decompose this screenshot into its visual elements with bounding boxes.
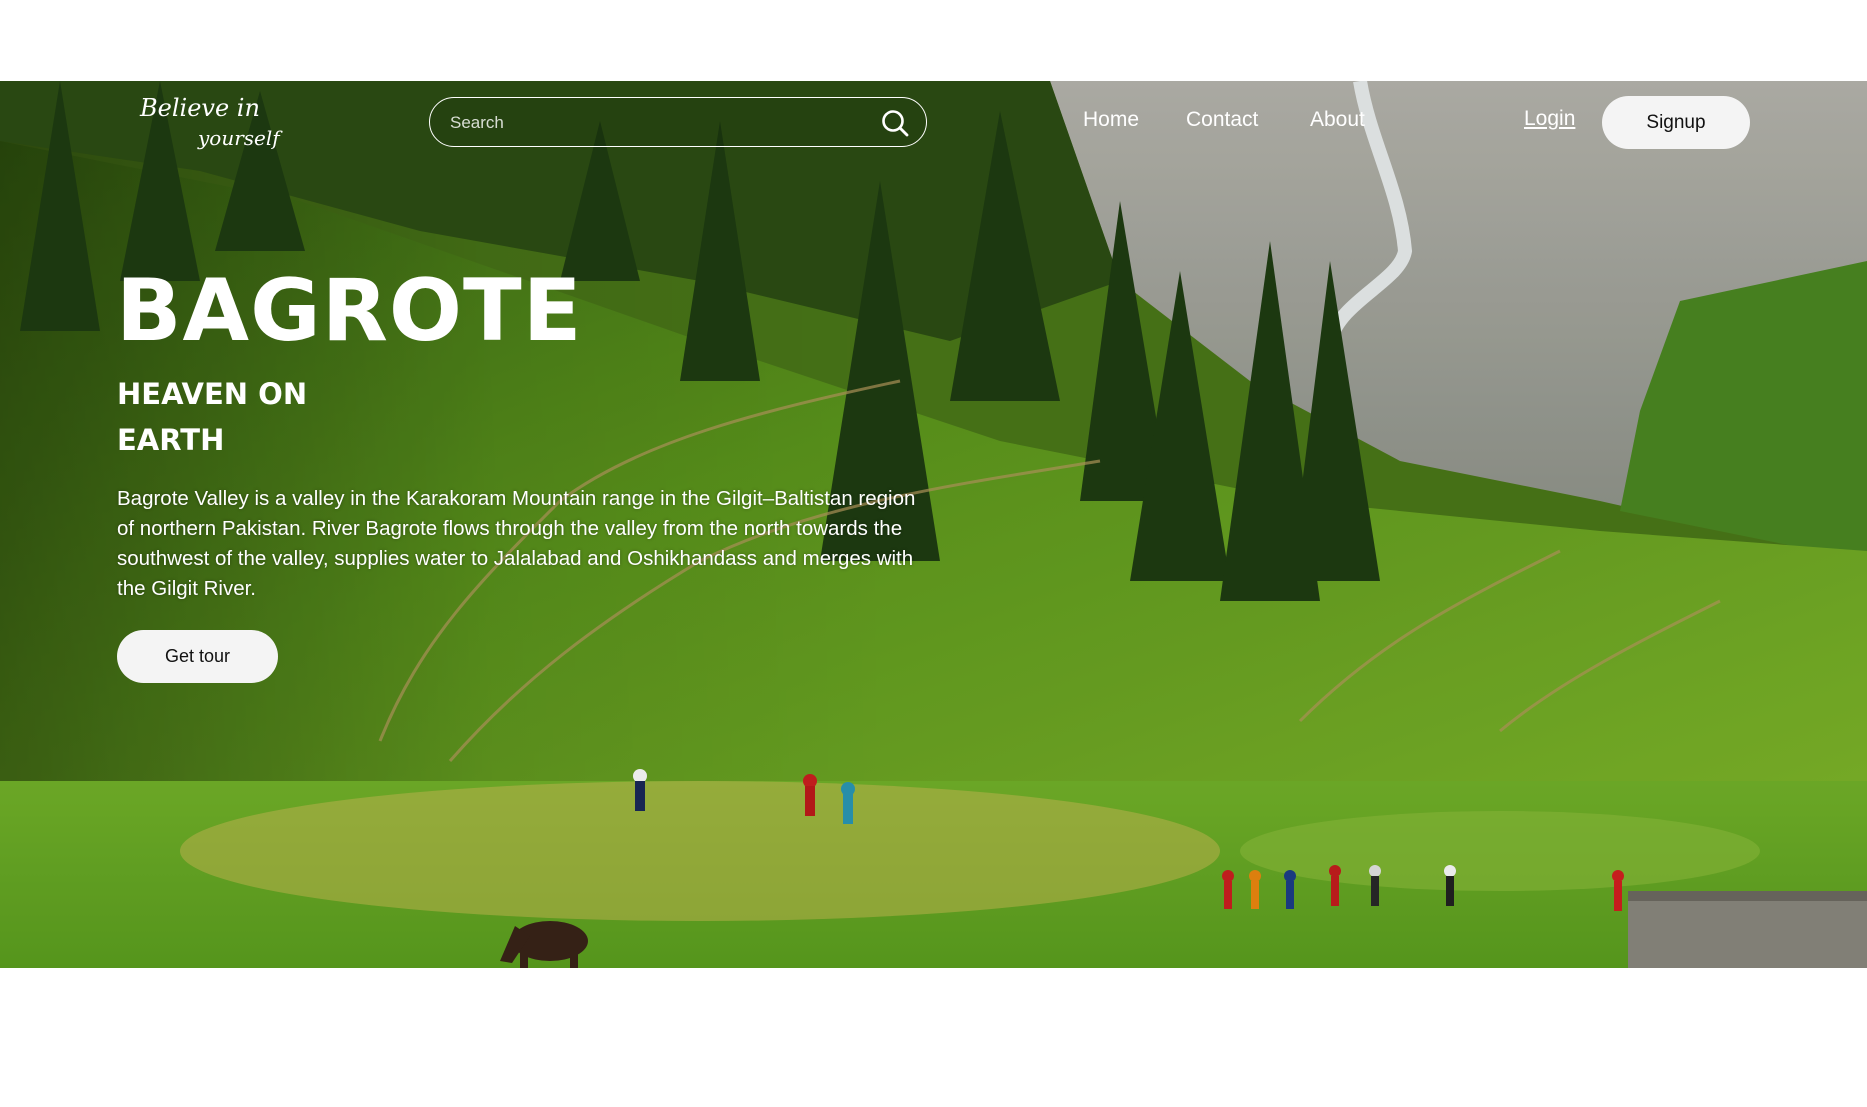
hero-title: BAGROTE xyxy=(116,261,583,361)
hero-description: Bagrote Valley is a valley in the Karako… xyxy=(117,487,916,600)
hero-section: Believe in yourself Home Contact About L… xyxy=(0,81,1867,968)
hero-subtitle: HEAVEN ON EARTH xyxy=(117,377,308,457)
logo-line1: Believe in xyxy=(140,94,260,122)
search-input[interactable] xyxy=(448,108,872,138)
login-link[interactable]: Login xyxy=(1524,107,1575,131)
search-icon[interactable] xyxy=(880,108,910,138)
nav-home-link[interactable]: Home xyxy=(1083,108,1139,132)
search-bar[interactable] xyxy=(429,97,927,147)
brand-logo[interactable]: Believe in yourself xyxy=(140,90,280,158)
nav-contact-link[interactable]: Contact xyxy=(1186,108,1258,132)
logo-line2: yourself xyxy=(198,126,280,150)
nav-about-link[interactable]: About xyxy=(1310,108,1365,132)
signup-button[interactable]: Signup xyxy=(1602,96,1750,149)
get-tour-button[interactable]: Get tour xyxy=(117,630,278,683)
